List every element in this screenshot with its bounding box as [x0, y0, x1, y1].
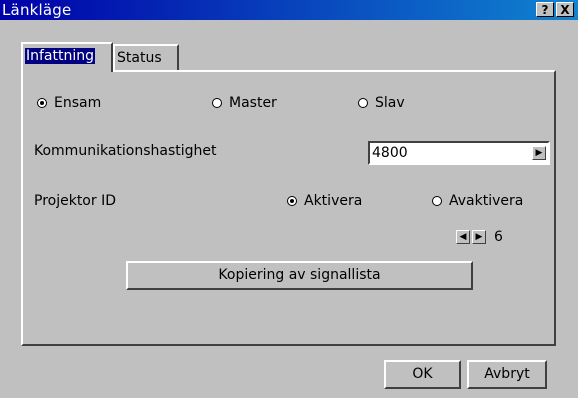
radio-ensam-label: Ensam: [54, 95, 102, 111]
tab-infattning-label: Infattning: [25, 48, 96, 64]
radio-avaktivera-indicator: [432, 196, 442, 206]
projector-id-label: Projektor ID: [34, 193, 116, 209]
comm-speed-select[interactable]: 4800 ▶: [368, 141, 550, 165]
arrow-left-icon[interactable]: ◀: [456, 230, 470, 244]
window-title: Länkläge: [2, 1, 72, 19]
tab-infattning[interactable]: Infattning: [21, 42, 113, 72]
title-bar[interactable]: Länkläge ? X: [0, 0, 578, 20]
ok-button[interactable]: OK: [384, 360, 461, 389]
dialog-window: Länkläge ? X Infattning Status Ensam Mas…: [0, 0, 578, 398]
radio-aktivera[interactable]: Aktivera: [287, 193, 362, 209]
radio-aktivera-indicator: [287, 196, 297, 206]
tab-status[interactable]: Status: [113, 44, 179, 70]
arrow-right-icon[interactable]: ▶: [472, 230, 486, 244]
help-button[interactable]: ?: [536, 2, 554, 17]
cancel-button[interactable]: Avbryt: [467, 360, 547, 389]
radio-slav[interactable]: Slav: [358, 95, 405, 111]
radio-ensam-indicator: [37, 98, 47, 108]
comm-speed-label: Kommunikationshastighet: [34, 143, 217, 159]
comm-speed-value: 4800: [372, 145, 408, 161]
radio-slav-indicator: [358, 98, 368, 108]
radio-avaktivera[interactable]: Avaktivera: [432, 193, 523, 209]
radio-master-label: Master: [229, 95, 277, 111]
radio-ensam[interactable]: Ensam: [37, 95, 101, 111]
arrow-right-icon[interactable]: ▶: [532, 146, 546, 160]
radio-aktivera-label: Aktivera: [304, 193, 363, 209]
radio-avaktivera-label: Avaktivera: [449, 193, 524, 209]
tab-status-label: Status: [117, 50, 162, 66]
radio-master[interactable]: Master: [212, 95, 277, 111]
close-button[interactable]: X: [556, 2, 574, 17]
copy-signal-list-button[interactable]: Kopiering av signallista: [126, 261, 473, 290]
radio-master-indicator: [212, 98, 222, 108]
projector-id-value: 6: [494, 229, 503, 245]
radio-slav-label: Slav: [375, 95, 405, 111]
